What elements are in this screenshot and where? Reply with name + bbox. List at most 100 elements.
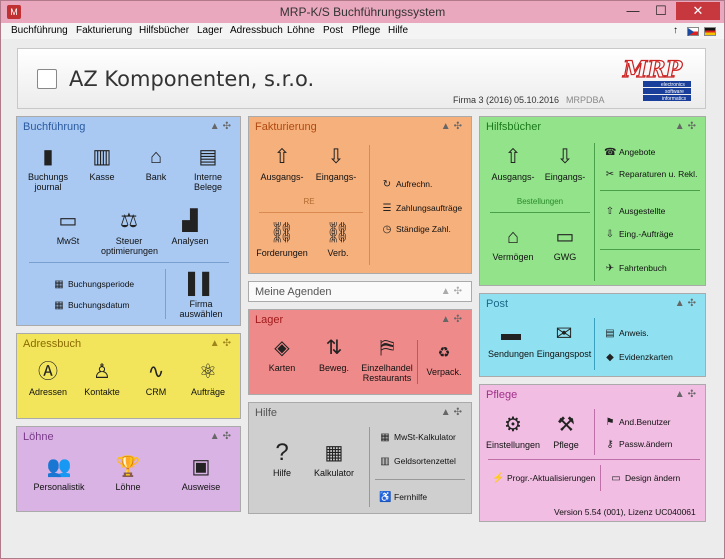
verbindlichkeiten-button[interactable]: ⛓ Verb. [313, 221, 363, 258]
ausweise-button[interactable]: ▣ Ausweise [173, 455, 229, 492]
panel-title: Post [486, 298, 509, 310]
bewegungen-button[interactable]: ⇅ Beweg. [309, 336, 359, 373]
czech-flag-icon[interactable] [687, 27, 699, 36]
restaurant-icon: ⛿ [379, 337, 395, 359]
einstellungen-button[interactable]: ⚙ Einstellungen [484, 413, 542, 450]
maximize-button[interactable]: ☐ [648, 2, 674, 20]
divider [488, 459, 700, 460]
app-window: M MRP-K/S Buchführungssystem — ☐ ✕ Buchf… [0, 0, 725, 559]
reparaturen-button[interactable]: ✂ Reparaturen u. Rekl. [604, 169, 698, 180]
crm-button[interactable]: ∿ CRM [131, 360, 181, 397]
panel-loehne: Löhne ▲✣ 👥 Personalistik 🏆 Löhne ▣ Ausweise [16, 426, 241, 512]
panel-controls[interactable]: ▲✣ [441, 314, 465, 325]
kontakte-button[interactable]: ♙ Kontakte [77, 360, 127, 397]
anderer-benutzer-button[interactable]: ⚑ And.Benutzer [604, 417, 671, 428]
firma-auswaehlen-button[interactable]: ▌▌ Firma auswählen [171, 272, 231, 319]
german-flag-icon[interactable] [704, 27, 716, 36]
rechnung-ausgang-button[interactable]: ⇧ Ausgangs- [257, 145, 307, 182]
rechnung-eingang-button[interactable]: ⇩ Eingangs- [311, 145, 361, 182]
minimize-button[interactable]: — [620, 2, 646, 20]
hilfe-button[interactable]: ? Hilfe [259, 441, 305, 479]
anweisungen-button[interactable]: ▤ Anweis. [604, 328, 649, 339]
forderungen-button[interactable]: ⛓ Forderungen [253, 221, 311, 258]
sendungen-button[interactable]: ▬ Sendungen [486, 322, 536, 359]
steueroptimierungen-button[interactable]: ⚖ Steuer optimierungen [101, 209, 158, 256]
buchungsjournal-button[interactable]: ▮ Buchungs journal [23, 145, 73, 192]
menu-pflege[interactable]: Pflege [352, 25, 380, 36]
kalkulator-button[interactable]: ▦ Kalkulator [309, 441, 359, 478]
tag-icon: ◆ [606, 352, 614, 363]
home-icon: ⌂ [506, 226, 520, 248]
menu-hilfe[interactable]: Hilfe [388, 25, 408, 36]
karten-button[interactable]: ◈ Karten [257, 336, 307, 373]
eingangsauftraege-button[interactable]: ⇩ Eing.-Aufträge [604, 229, 674, 240]
people-icon: 👥 [46, 456, 72, 478]
adressen-button[interactable]: Ⓐ Adressen [23, 360, 73, 397]
panel-controls[interactable]: ▲✣ [675, 121, 699, 132]
kasse-button[interactable]: ▥ Kasse [77, 145, 127, 182]
mwst-kalkulator-button[interactable]: ▦ MwSt-Kalkulator [379, 432, 456, 443]
menu-fakturierung[interactable]: Fakturierung [76, 25, 132, 36]
programm-aktualisierungen-button[interactable]: ⚡ Progr.-Aktualisierungen [492, 473, 595, 484]
vermoegen-button[interactable]: ⌂ Vermögen [486, 225, 540, 262]
einzelhandel-button[interactable]: ⛿ Einzelhandel Restaurants [359, 336, 415, 383]
title-bar[interactable]: M MRP-K/S Buchführungssystem — ☐ ✕ [1, 1, 724, 23]
panel-controls[interactable]: ▲✣ [675, 389, 699, 400]
staendige-zahlung-button[interactable]: ◷ Ständige Zahl. [381, 224, 451, 235]
angebote-button[interactable]: ☎ Angebote [604, 147, 655, 158]
id-card-icon: ▣ [191, 456, 211, 478]
gwg-button[interactable]: ▭ GWG [542, 225, 588, 262]
svg-text:software: software [665, 89, 684, 95]
bank-button[interactable]: ⌂ Bank [131, 145, 181, 182]
menu-lager[interactable]: Lager [197, 25, 223, 36]
arrow-up-icon[interactable]: ↑ [673, 25, 678, 36]
bestellung-ausgang-button[interactable]: ⇧ Ausgangs- [488, 145, 538, 182]
passwort-aendern-button[interactable]: ⚷ Passw.ändern [604, 439, 672, 450]
menu-adressbuch[interactable]: Adressbuch [230, 25, 283, 36]
company-checkbox[interactable] [37, 69, 57, 89]
evidenzkarten-button[interactable]: ◆ Evidenzkarten [604, 352, 673, 363]
panel-controls[interactable]: ▲✣ [210, 121, 234, 132]
panel-controls[interactable]: ▲✣ [441, 407, 465, 418]
buchungsperiode-button[interactable]: ▦ Buchungsperiode [53, 279, 134, 290]
aufrechnung-button[interactable]: ↻ Aufrechn. [381, 179, 433, 190]
panel-meine-agenden[interactable]: Meine Agenden ▲✣ [248, 281, 472, 302]
fernhilfe-button[interactable]: ♿ Fernhilfe [379, 492, 427, 503]
menu-post[interactable]: Post [323, 25, 343, 36]
buchungsdatum-button[interactable]: ▦ Buchungsdatum [53, 300, 129, 311]
panel-title: Fakturierung [255, 121, 317, 133]
zahlungsauftraege-button[interactable]: ☰ Zahlungsaufträge [381, 203, 463, 214]
personalistik-button[interactable]: 👥 Personalistik [29, 455, 89, 492]
fahrtenbuch-button[interactable]: ✈ Fahrtenbuch [604, 263, 667, 274]
panel-title: Hilfsbücher [486, 121, 542, 133]
transfer-icon: ⇅ [325, 337, 343, 359]
geldsortenzettel-button[interactable]: ▥ Geldsortenzettel [379, 456, 456, 467]
divider [375, 479, 465, 480]
refresh-icon: ↻ [382, 179, 392, 190]
menu-hilfsbuecher[interactable]: Hilfsbücher [139, 25, 189, 36]
loehne-button[interactable]: 🏆 Löhne [103, 455, 153, 492]
menu-buchfuehrung[interactable]: Buchführung [11, 25, 68, 36]
upload-small-icon: ⇧ [605, 206, 615, 217]
verpackungen-button[interactable]: ♻ Verpack. [421, 340, 467, 377]
pflege-button[interactable]: ⚒ Pflege [542, 413, 590, 450]
bestellung-eingang-button[interactable]: ⇩ Eingangs- [540, 145, 590, 182]
panel-controls[interactable]: ▲✣ [210, 431, 234, 442]
re-label: RE [303, 197, 315, 206]
divider [594, 143, 595, 281]
mwst-button[interactable]: ▭ MwSt [43, 209, 93, 246]
menu-loehne[interactable]: Löhne [287, 25, 315, 36]
design-aendern-button[interactable]: ▭ Design ändern [610, 473, 680, 484]
gear-icon: ⚙ [504, 414, 522, 436]
analysen-button[interactable]: ▟ Analysen [165, 209, 215, 246]
close-button[interactable]: ✕ [676, 2, 720, 20]
ausgestellte-button[interactable]: ⇧ Ausgestellte [604, 206, 666, 217]
panel-controls[interactable]: ▲✣ [441, 121, 465, 132]
panel-controls[interactable]: ▲✣ [441, 286, 465, 297]
panel-buchfuehrung: Buchführung ▲✣ ▮ Buchungs journal ▥ Kasse … [16, 116, 241, 326]
auftraege-button[interactable]: ⚛ Aufträge [183, 360, 233, 397]
eingangspost-button[interactable]: ✉ Eingangspost [536, 322, 592, 359]
panel-controls[interactable]: ▲✣ [675, 298, 699, 309]
interne-belege-button[interactable]: ▤ Interne Belege [183, 145, 233, 192]
panel-controls[interactable]: ▲✣ [210, 338, 234, 349]
